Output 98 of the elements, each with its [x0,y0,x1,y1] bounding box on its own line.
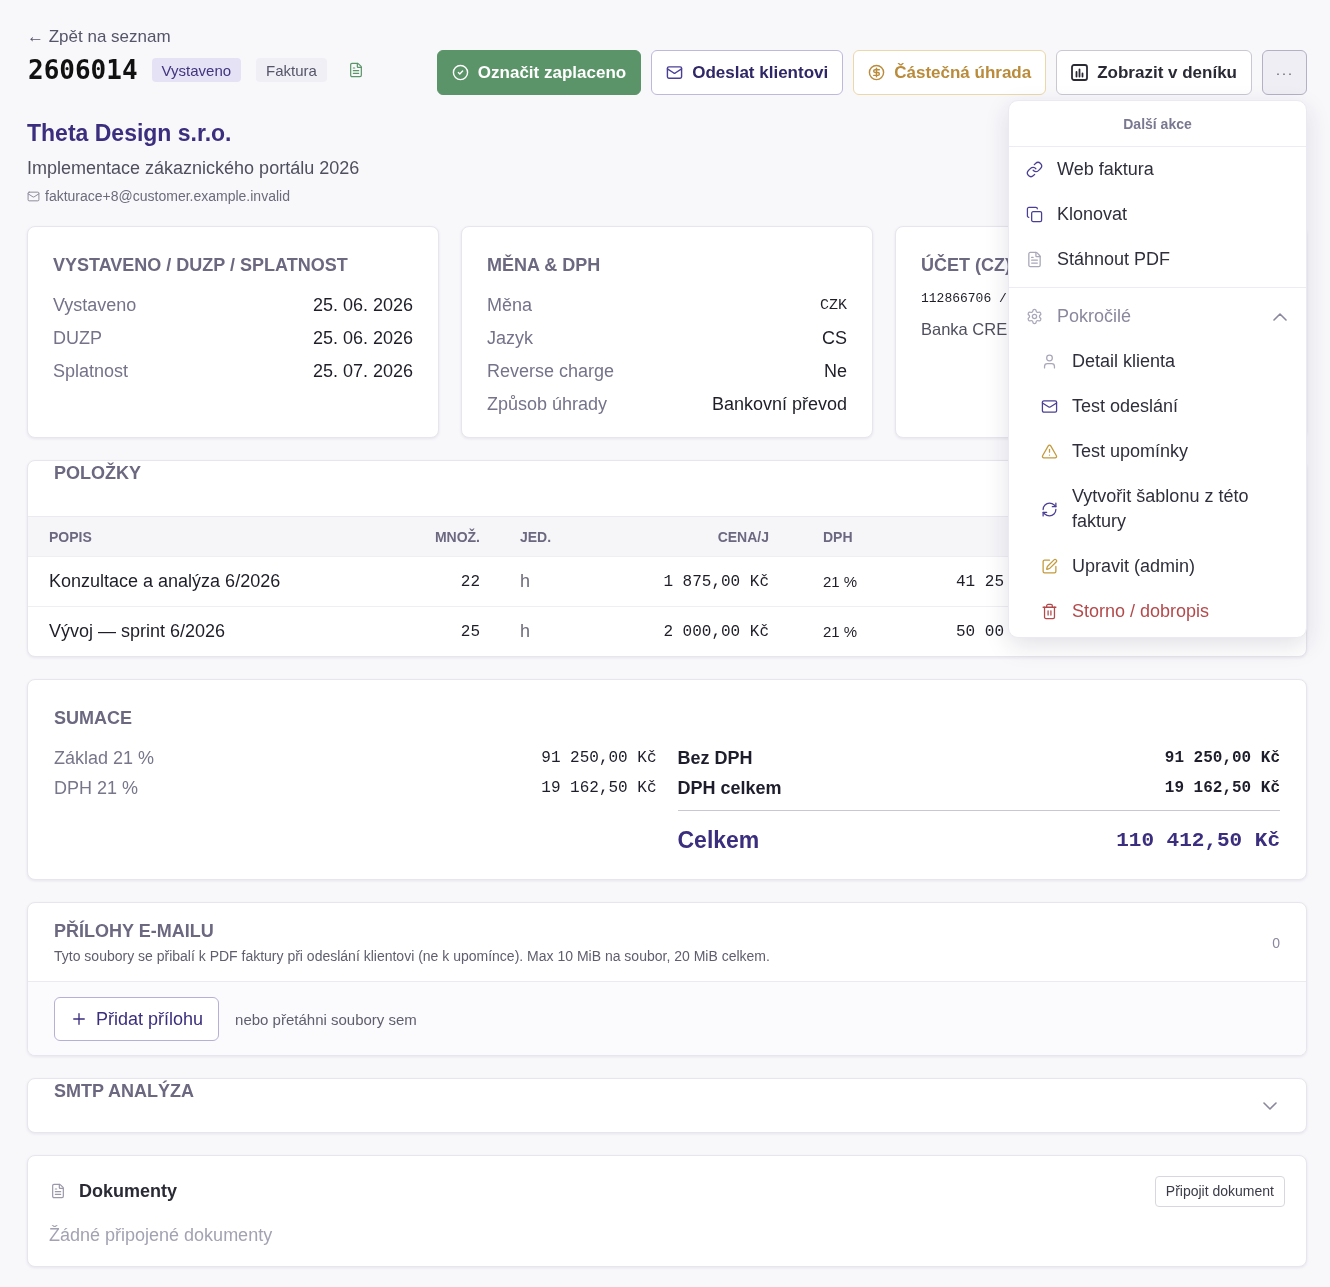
column-header: MNOŽ. [434,528,480,545]
file-icon [1026,251,1043,268]
menu-item[interactable]: Web faktura [1009,147,1306,192]
chevron-down-icon[interactable] [1263,1101,1277,1110]
table-cell: 1 875,00 Kč [663,572,769,591]
table-cell: 25 [460,622,480,641]
journal-button[interactable]: Zobrazit v deníku [1056,50,1252,95]
section-title: SMTP ANALÝZA [54,1079,194,1103]
card-title: VYSTAVENO / DUZP / SPLATNOST [53,254,348,277]
menu-item[interactable]: Klonovat [1009,192,1306,237]
empty-state-text: Žádné připojené dokumenty [49,1224,273,1247]
summary-value: 19 162,50 Kč [541,779,657,797]
document-icon[interactable] [347,62,364,78]
more-button[interactable]: ··· [1262,50,1307,95]
table-cell: 22 [460,572,480,591]
menu-item[interactable]: Storno / dobropis [1009,589,1306,634]
total-value: 91 250,00 Kč [1164,749,1280,767]
mail-icon [27,189,40,203]
table-cell: Konzultace a analýza 6/2026 [49,571,281,592]
smtp-card[interactable]: SMTP ANALÝZA [27,1078,1307,1133]
section-title: SUMACE [54,707,132,730]
field-label: Splatnost [53,361,130,382]
field-value: CZK [820,297,847,314]
client-email: fakturace+8@customer.example.invalid [45,187,290,205]
attach-document-button[interactable]: Připojit dokument [1154,1175,1285,1207]
warning-triangle-icon [1041,443,1058,460]
section-title: Dokumenty [79,1180,177,1202]
account-number: 112866706 / [921,290,1007,308]
invoice-number: 2606014 [28,55,138,85]
grand-total-value: 110 412,50 Kč [1116,828,1280,852]
field-label: Jazyk [487,328,534,349]
section-description: Tyto soubory se přibalí k PDF faktury při odeslání klientovi (ne k upomínce). Max 10 MiB na soubor, 20 MiB celkem. [54,947,770,965]
field-label: Způsob úhrady [487,394,609,415]
bar-chart-icon [1071,64,1089,81]
project-title: Implementace zákaznického portálu 2026 [27,157,360,180]
copy-icon [1026,206,1043,223]
field-value: Ne [824,361,847,382]
field-value: 25. 07. 2026 [312,361,413,382]
mark-paid-button[interactable]: Označit zaplaceno [436,50,642,95]
summary-label: Základ 21 % [54,747,155,769]
table-cell: h [520,571,530,592]
menu-item[interactable]: Stáhnout PDF [1009,237,1306,282]
status-badge: Vystaveno [151,58,242,82]
mail-icon [1041,398,1058,415]
total-label: DPH celkem [677,777,782,799]
field-value: Bankovní převod [711,394,847,415]
grand-total-label: Celkem [677,826,760,854]
field-label: DUZP [53,328,103,349]
column-header: CENA/J [717,528,769,545]
table-cell: 2 000,00 Kč [663,622,769,641]
dollar-circle-icon [868,64,886,81]
table-cell: 21 % [823,573,858,590]
field-label: Měna [487,295,534,316]
document-icon [50,1183,66,1199]
summary-label: DPH 21 % [54,777,139,799]
column-header: DPH [822,528,853,545]
menu-item[interactable]: Detail klienta [1009,339,1306,384]
menu-item[interactable]: Test upomínky [1009,429,1306,474]
menu-item[interactable]: Upravit (admin) [1009,544,1306,589]
table-cell: h [520,621,530,642]
plus-icon [70,1010,88,1028]
menu-title: Další akce [1009,101,1306,147]
send-button[interactable]: Odeslat klientovi [651,50,844,95]
total-label: Bez DPH [677,747,753,769]
mail-icon [666,64,684,81]
attachment-count: 0 [1272,934,1280,951]
drop-zone[interactable]: Přidat přílohu nebo přetáhni soubory sem [28,982,1306,1055]
field-value: 25. 06. 2026 [312,328,413,349]
back-link[interactable]: ← Zpět na seznam [27,27,171,47]
drop-hint: nebo přetáhni soubory sem [235,1010,417,1028]
field-label: Reverse charge [487,361,615,382]
client-name: Theta Design s.r.o. [27,119,232,147]
pencil-square-icon [1041,558,1058,575]
table-cell: 50 00 [956,622,1004,641]
table-cell: Vývoj — sprint 6/2026 [49,621,226,642]
card-title: MĚNA & DPH [487,253,601,277]
field-value: 25. 06. 2026 [312,295,413,316]
summary-value: 91 250,00 Kč [541,749,657,767]
total-value: 19 162,50 Kč [1164,779,1280,797]
type-badge: Faktura [256,58,327,82]
table-cell: 41 25 [956,572,1004,591]
bank-name: Banka CRE [921,319,1008,340]
add-attachment-button[interactable]: Přidat přílohu [54,997,220,1041]
column-header: JED. [519,528,552,545]
section-title: POLOŽKY [54,461,141,485]
column-header: POPIS [49,528,92,545]
field-value: CS [822,328,847,349]
trash-icon [1041,603,1058,620]
link-icon [1026,161,1043,178]
check-circle-icon [451,64,469,81]
menu-item[interactable]: Vytvořit šablonu z této faktury [1009,474,1306,544]
table-cell: 21 % [823,623,858,640]
menu-item[interactable]: Test odeslání [1009,384,1306,429]
user-icon [1041,353,1058,370]
field-label: Vystaveno [53,295,137,316]
refresh-icon [1041,500,1058,518]
section-title: PŘÍLOHY E-MAILU [54,920,214,942]
settings-icon [1026,308,1043,325]
